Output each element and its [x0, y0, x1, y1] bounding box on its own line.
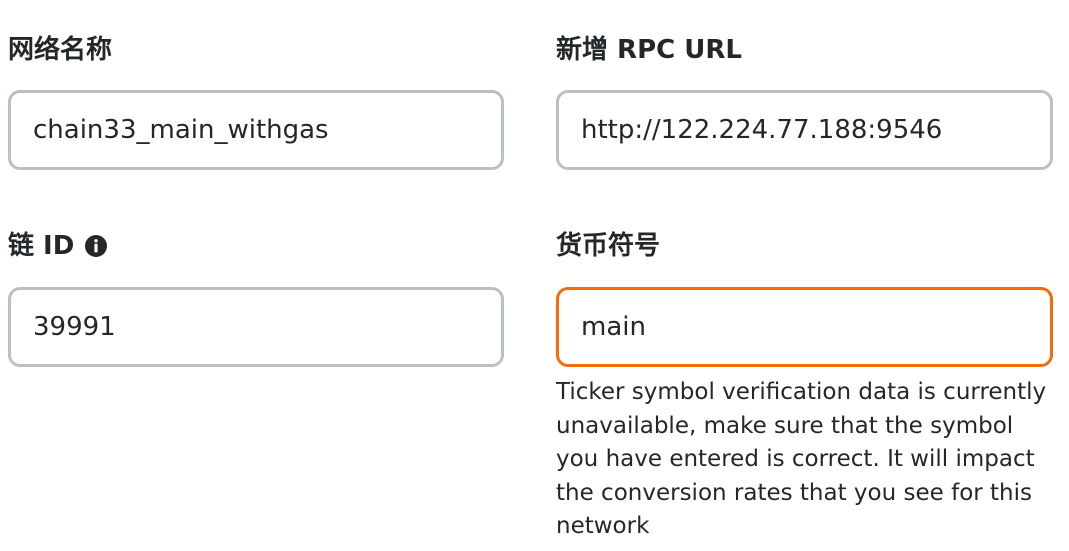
info-icon[interactable] — [84, 234, 108, 258]
rpc-url-label-text: 新增 RPC URL — [556, 35, 742, 65]
network-name-label: 网络名称 — [8, 34, 112, 66]
network-name-field[interactable]: chain33_main_withgas — [8, 90, 504, 170]
currency-symbol-label-text: 货币符号 — [556, 231, 661, 261]
chain-id-value: 39991 — [33, 312, 116, 342]
network-name-value: chain33_main_withgas — [33, 115, 329, 145]
currency-symbol-label: 货币符号 — [556, 230, 660, 262]
currency-symbol-value: main — [581, 312, 646, 342]
chain-id-label-text: 链 ID — [8, 231, 75, 261]
rpc-url-label: 新增 RPC URL — [556, 34, 742, 66]
currency-symbol-field[interactable]: main — [556, 287, 1053, 367]
rpc-url-value: http://122.224.77.188:9546 — [581, 115, 943, 145]
chain-id-label: 链 ID — [8, 230, 108, 262]
currency-symbol-warning: Ticker symbol verification data is curre… — [556, 379, 1047, 539]
network-name-label-text: 网络名称 — [8, 35, 113, 65]
rpc-url-field[interactable]: http://122.224.77.188:9546 — [556, 90, 1053, 170]
chain-id-field[interactable]: 39991 — [8, 287, 504, 367]
